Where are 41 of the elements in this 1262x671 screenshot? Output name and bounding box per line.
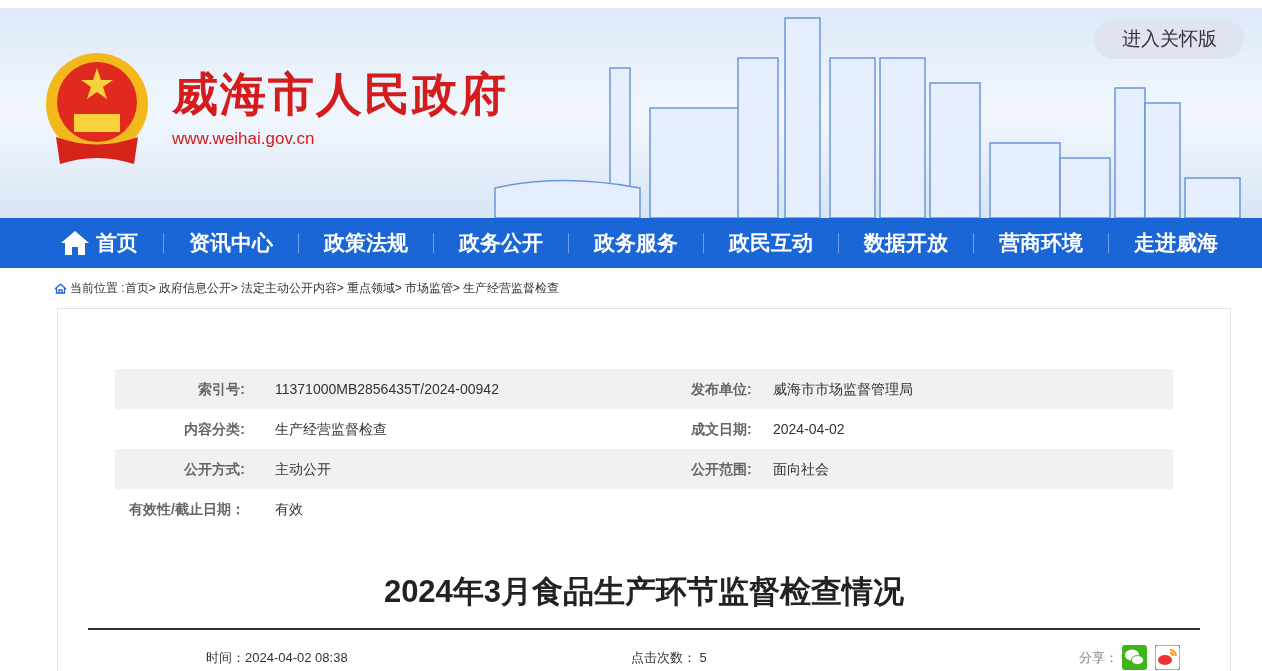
meta-value: 2024-04-02: [773, 419, 845, 439]
site-title: 威海市人民政府: [172, 67, 508, 123]
meta-value: 威海市市场监督管理局: [773, 379, 913, 399]
meta-label: 内容分类:: [183, 419, 245, 439]
wechat-icon[interactable]: [1122, 645, 1147, 670]
breadcrumb-link[interactable]: 政府信息公开>: [158, 279, 238, 297]
home-icon: [54, 282, 67, 294]
nav-link[interactable]: 政民互动: [729, 227, 813, 259]
nav-link[interactable]: 走进威海: [1134, 227, 1218, 259]
breadcrumb-label: 当前位置 :: [70, 280, 125, 297]
click-count: 点击次数： 5: [631, 648, 707, 667]
breadcrumb-link[interactable]: 生产经营监督检查: [462, 279, 559, 297]
site-url: www.weihai.gov.cn: [172, 128, 316, 151]
nav-link[interactable]: 政务服务: [594, 227, 678, 259]
national-emblem-icon: [44, 52, 150, 166]
home-icon: [60, 230, 90, 256]
nav-link[interactable]: 数据开放: [864, 227, 948, 259]
nav-link[interactable]: 营商环境: [999, 227, 1083, 259]
nav-link[interactable]: 资讯中心: [189, 227, 273, 259]
share-label: 分享：: [1079, 648, 1118, 667]
meta-label: 公开方式:: [183, 459, 245, 479]
meta-value: 面向社会: [773, 459, 829, 479]
breadcrumb-link[interactable]: 市场监管>: [404, 279, 460, 297]
meta-label: 有效性/截止日期：: [128, 499, 245, 519]
meta-value: 有效: [275, 499, 304, 519]
publish-time: 时间：2024-04-02 08:38: [206, 648, 349, 667]
meta-value: 主动公开: [275, 459, 332, 479]
breadcrumb-link[interactable]: 法定主动公开内容>: [240, 279, 344, 297]
meta-label: 发布单位:: [691, 379, 753, 399]
nav-link[interactable]: 政策法规: [324, 227, 408, 259]
meta-label: 公开范围:: [691, 459, 753, 479]
nav-link[interactable]: 政务公开: [459, 227, 543, 259]
meta-value: 生产经营监督检查: [275, 419, 388, 439]
meta-label: 成文日期:: [691, 419, 753, 439]
nav-link[interactable]: 首页: [60, 227, 138, 259]
meta-label: 索引号:: [197, 379, 245, 399]
meta-value: 11371000MB2856435T/2024-00942: [275, 379, 500, 399]
breadcrumb-link[interactable]: 重点领域>: [346, 279, 402, 297]
care-mode-button[interactable]: 进入关怀版: [1094, 19, 1244, 59]
article-title: 2024年3月食品生产环节监督检查情况: [383, 573, 905, 611]
weibo-icon[interactable]: [1155, 645, 1180, 670]
